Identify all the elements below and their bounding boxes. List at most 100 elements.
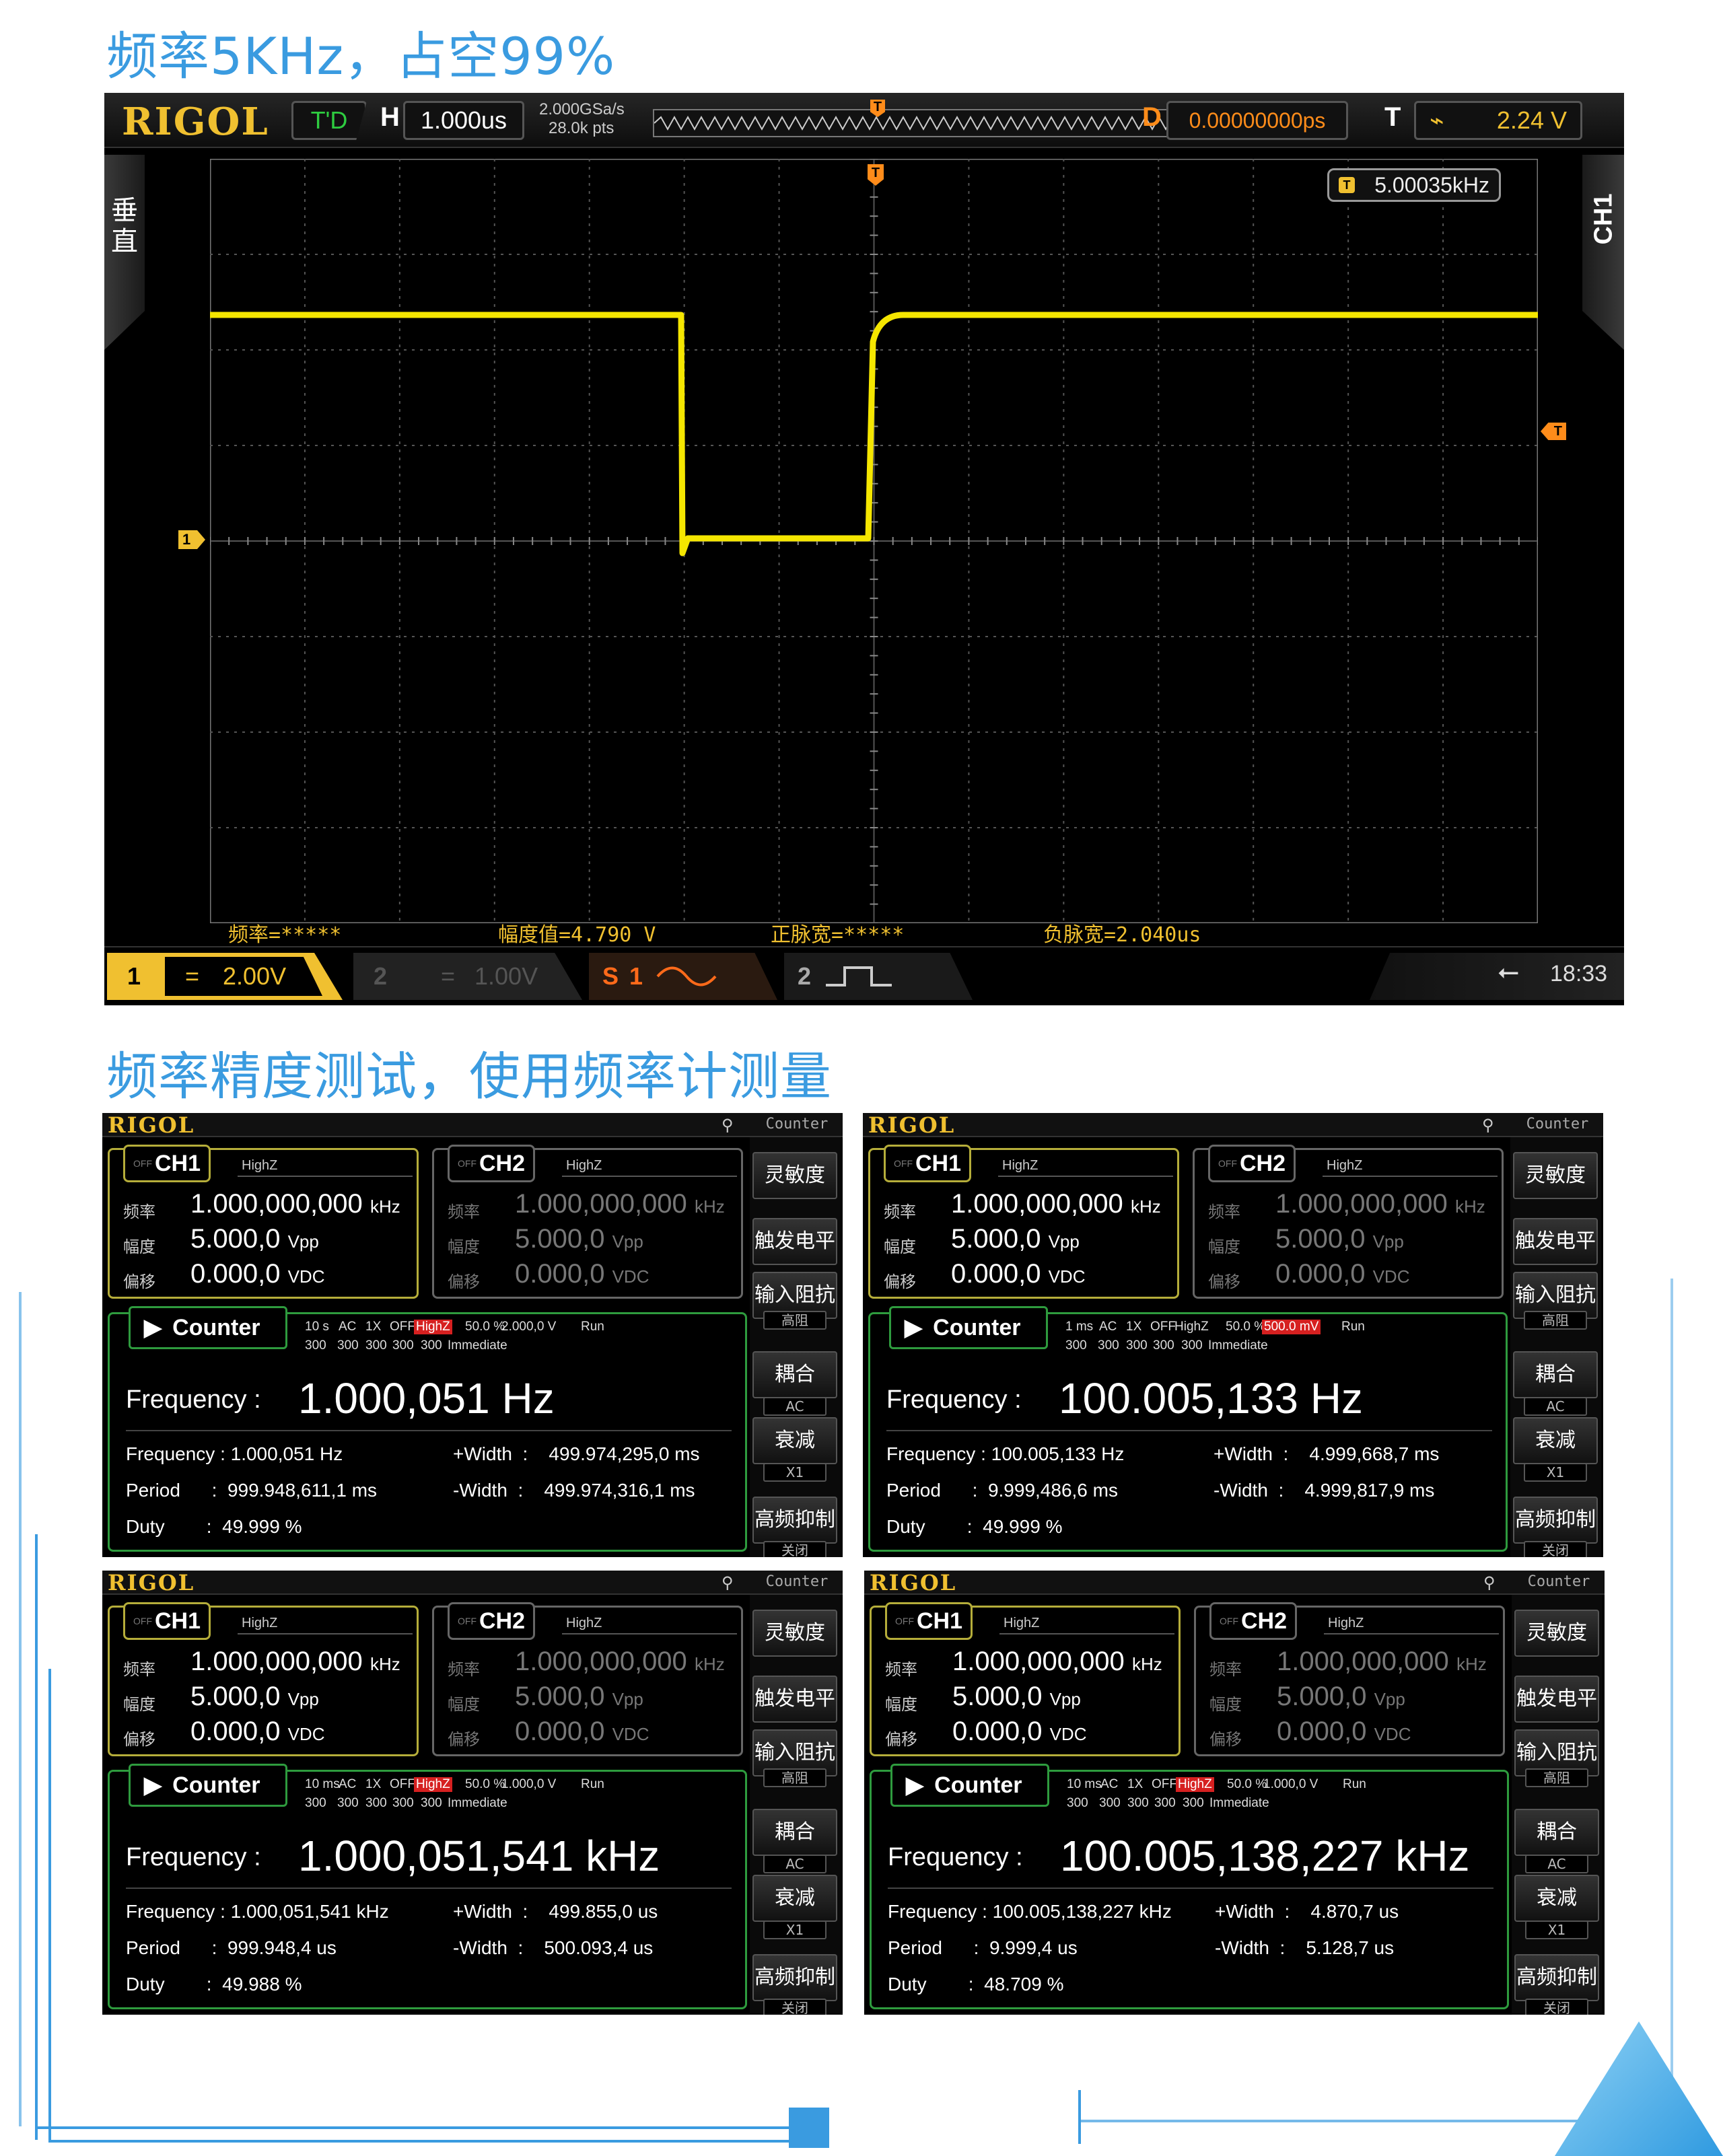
counter-tab[interactable]: ▶ Counter bbox=[889, 1306, 1048, 1349]
counter-tab[interactable]: ▶ Counter bbox=[890, 1764, 1049, 1807]
side-button-5[interactable]: 高频抑制 bbox=[752, 1497, 837, 1544]
param-top-5[interactable]: 50.0 % bbox=[1227, 1777, 1267, 1792]
ch1-label[interactable]: OFF CH1 bbox=[123, 1145, 211, 1182]
timebase-readout[interactable]: 1.000us bbox=[403, 101, 524, 140]
param-top-0[interactable]: 10 ms bbox=[305, 1777, 340, 1792]
param-top-1[interactable]: AC bbox=[1100, 1777, 1118, 1792]
side-button-1[interactable]: 触发电平 bbox=[752, 1676, 837, 1723]
side-button-1[interactable]: 触发电平 bbox=[1513, 1218, 1598, 1265]
param-top-7[interactable]: Run bbox=[1341, 1320, 1365, 1334]
param-top-5[interactable]: 50.0 % bbox=[465, 1320, 505, 1334]
side-sub-2[interactable]: X1 bbox=[763, 1463, 827, 1482]
ch2-label[interactable]: OFF CH2 bbox=[448, 1145, 536, 1182]
side-button-5[interactable]: 高频抑制 bbox=[1513, 1497, 1598, 1544]
side-button-4[interactable]: 衰减 bbox=[752, 1875, 837, 1922]
param-top-0[interactable]: 10 s bbox=[305, 1320, 329, 1334]
ch2-setting[interactable]: 2 = 1.00V bbox=[353, 953, 582, 1000]
ch2-box[interactable]: OFF CH2 HighZ 频率 1.000,000,000 kHz 幅度 5.0… bbox=[1194, 1602, 1505, 1756]
param-top-1[interactable]: AC bbox=[339, 1320, 356, 1334]
param-top-5[interactable]: 50.0 % bbox=[465, 1777, 505, 1792]
ch1-label[interactable]: OFF CH1 bbox=[123, 1602, 211, 1640]
delay-readout[interactable]: 0.00000000ps bbox=[1166, 101, 1348, 140]
side-button-3[interactable]: 耦合 bbox=[1513, 1351, 1598, 1398]
side-sub-2[interactable]: X1 bbox=[1524, 1463, 1587, 1482]
side-button-5[interactable]: 高频抑制 bbox=[752, 1954, 837, 2001]
side-button-4[interactable]: 衰减 bbox=[1514, 1875, 1599, 1922]
side-button-3[interactable]: 耦合 bbox=[1514, 1809, 1599, 1856]
side-sub-0[interactable]: 高阻 bbox=[1524, 1311, 1587, 1330]
param-top-2[interactable]: 1X bbox=[1127, 1777, 1143, 1792]
ch1-box[interactable]: OFF CH1 HighZ 频率 1.000,000,000 kHz 幅度 5.0… bbox=[868, 1145, 1179, 1299]
ch1-box[interactable]: OFF CH1 HighZ 频率 1.000,000,000 kHz 幅度 5.0… bbox=[108, 1602, 419, 1756]
param-top-4[interactable]: HighZ bbox=[414, 1320, 452, 1334]
side-sub-3[interactable]: 关闭 bbox=[1525, 1999, 1588, 2015]
side-sub-1[interactable]: AC bbox=[1524, 1397, 1587, 1416]
param-bottom-0: 300 bbox=[305, 1338, 326, 1353]
source2-setting[interactable]: 2 bbox=[784, 953, 973, 1000]
param-top-5[interactable]: 50.0 % bbox=[1226, 1320, 1265, 1334]
run-status[interactable]: T'D bbox=[291, 101, 367, 140]
side-sub-1[interactable]: AC bbox=[763, 1855, 827, 1873]
counter-tab[interactable]: ▶ Counter bbox=[129, 1764, 287, 1807]
side-button-5[interactable]: 高频抑制 bbox=[1514, 1954, 1599, 2001]
side-sub-0[interactable]: 高阻 bbox=[763, 1311, 827, 1330]
ch1-label[interactable]: OFF CH1 bbox=[884, 1145, 972, 1182]
param-top-6[interactable]: 2.000,0 V bbox=[501, 1320, 556, 1334]
side-sub-1[interactable]: AC bbox=[763, 1397, 827, 1416]
side-button-0[interactable]: 灵敏度 bbox=[1514, 1610, 1599, 1657]
side-sub-3[interactable]: 关闭 bbox=[763, 1541, 827, 1557]
side-button-0[interactable]: 灵敏度 bbox=[752, 1152, 837, 1199]
source1-setting[interactable]: S 1 bbox=[589, 953, 777, 1000]
side-button-1[interactable]: 触发电平 bbox=[752, 1218, 837, 1265]
param-top-2[interactable]: 1X bbox=[1126, 1320, 1141, 1334]
counter-panel-2: RIGOL ⚲ Counter OFF CH1 HighZ 频率 1.000,00… bbox=[863, 1113, 1603, 1557]
side-button-4[interactable]: 衰减 bbox=[752, 1417, 837, 1464]
param-top-3[interactable]: OFF bbox=[390, 1777, 415, 1792]
param-top-3[interactable]: OFF bbox=[1150, 1320, 1176, 1334]
ch2-box[interactable]: OFF CH2 HighZ 频率 1.000,000,000 kHz 幅度 5.0… bbox=[432, 1602, 743, 1756]
param-top-2[interactable]: 1X bbox=[365, 1777, 381, 1792]
param-top-6[interactable]: 500.0 mV bbox=[1262, 1320, 1321, 1334]
param-top-1[interactable]: AC bbox=[339, 1777, 356, 1792]
side-sub-0[interactable]: 高阻 bbox=[763, 1768, 827, 1787]
side-button-1[interactable]: 触发电平 bbox=[1514, 1676, 1599, 1723]
ch1-setting[interactable]: 1 = 2.00V bbox=[107, 953, 343, 1000]
param-top-6[interactable]: 1.000,0 V bbox=[501, 1777, 556, 1792]
ch2-label[interactable]: OFF CH2 bbox=[448, 1602, 536, 1640]
counter-tab[interactable]: ▶ Counter bbox=[129, 1306, 287, 1349]
ch2-label[interactable]: OFF CH2 bbox=[1209, 1602, 1298, 1640]
side-sub-3[interactable]: 关闭 bbox=[1524, 1541, 1587, 1557]
param-top-0[interactable]: 10 ms bbox=[1067, 1777, 1102, 1792]
side-sub-2[interactable]: X1 bbox=[1525, 1920, 1588, 1939]
side-sub-1[interactable]: AC bbox=[1525, 1855, 1588, 1873]
vertical-tab[interactable]: 垂直 bbox=[104, 155, 145, 350]
param-top-4[interactable]: HighZ bbox=[414, 1777, 452, 1792]
side-button-4[interactable]: 衰减 bbox=[1513, 1417, 1598, 1464]
side-sub-2[interactable]: X1 bbox=[763, 1920, 827, 1939]
ch1-box[interactable]: OFF CH1 HighZ 频率 1.000,000,000 kHz 幅度 5.0… bbox=[108, 1145, 419, 1299]
param-top-6[interactable]: 1.000,0 V bbox=[1263, 1777, 1318, 1792]
side-button-3[interactable]: 耦合 bbox=[752, 1809, 837, 1856]
ch1-label[interactable]: OFF CH1 bbox=[885, 1602, 973, 1640]
param-top-3[interactable]: OFF bbox=[1152, 1777, 1177, 1792]
ch1-box[interactable]: OFF CH1 HighZ 频率 1.000,000,000 kHz 幅度 5.0… bbox=[870, 1602, 1181, 1756]
param-top-7[interactable]: Run bbox=[581, 1320, 604, 1334]
param-top-4[interactable]: HighZ bbox=[1174, 1320, 1209, 1334]
side-sub-0[interactable]: 高阻 bbox=[1525, 1768, 1588, 1787]
ch2-box[interactable]: OFF CH2 HighZ 频率 1.000,000,000 kHz 幅度 5.0… bbox=[1193, 1145, 1504, 1299]
ch2-label[interactable]: OFF CH2 bbox=[1208, 1145, 1296, 1182]
param-top-7[interactable]: Run bbox=[1343, 1777, 1366, 1792]
param-top-4[interactable]: HighZ bbox=[1176, 1777, 1214, 1792]
ch2-box[interactable]: OFF CH2 HighZ 频率 1.000,000,000 kHz 幅度 5.0… bbox=[432, 1145, 743, 1299]
side-sub-3[interactable]: 关闭 bbox=[763, 1999, 827, 2015]
side-button-0[interactable]: 灵敏度 bbox=[1513, 1152, 1598, 1199]
param-top-1[interactable]: AC bbox=[1099, 1320, 1117, 1334]
trigger-readout[interactable]: ⌁ 2.24 V bbox=[1414, 101, 1582, 140]
param-top-2[interactable]: 1X bbox=[365, 1320, 381, 1334]
param-top-3[interactable]: OFF bbox=[390, 1320, 415, 1334]
side-button-0[interactable]: 灵敏度 bbox=[752, 1610, 837, 1657]
param-top-0[interactable]: 1 ms bbox=[1065, 1320, 1093, 1334]
param-top-7[interactable]: Run bbox=[581, 1777, 604, 1792]
side-button-3[interactable]: 耦合 bbox=[752, 1351, 837, 1398]
ch1-tab[interactable]: CH1 bbox=[1582, 155, 1624, 350]
